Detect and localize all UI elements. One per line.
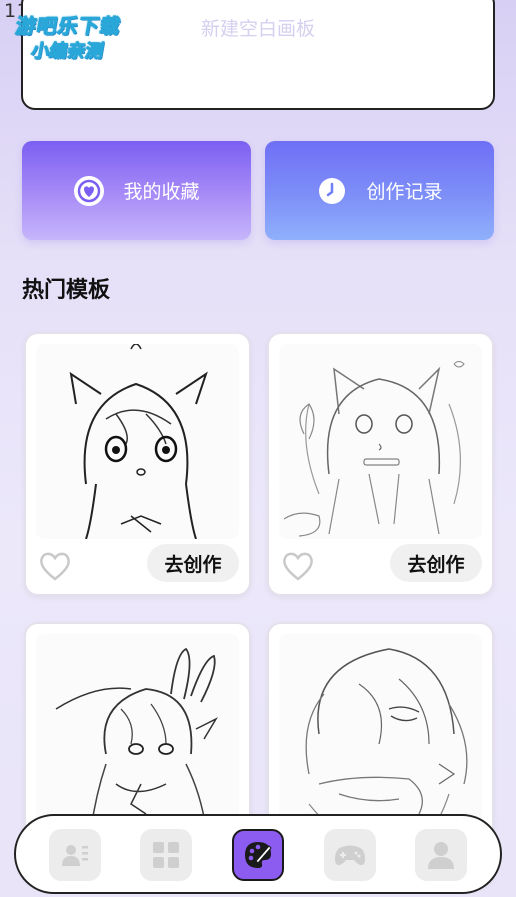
go-create-button[interactable]: 去创作 xyxy=(147,544,239,582)
my-favorites-button[interactable]: 我的收藏 xyxy=(22,141,251,240)
heart-circle-icon xyxy=(74,175,105,206)
template-artwork-3 xyxy=(36,634,239,829)
nav-grid[interactable] xyxy=(140,829,192,881)
nav-user[interactable] xyxy=(415,829,467,881)
template-card[interactable]: 去创作 xyxy=(24,332,251,596)
template-artwork-2 xyxy=(279,344,482,539)
nav-profile-card[interactable] xyxy=(49,829,101,881)
favorite-heart-icon[interactable] xyxy=(38,550,72,582)
template-artwork-4 xyxy=(279,634,482,829)
favorite-heart-icon[interactable] xyxy=(281,550,315,582)
gamepad-icon xyxy=(335,845,365,866)
watermark-line2: 小编亲测 xyxy=(29,41,106,63)
section-title: 热门模板 xyxy=(22,278,111,303)
profile-card-icon xyxy=(62,845,88,866)
user-icon xyxy=(428,842,454,869)
my-favorites-label: 我的收藏 xyxy=(123,181,200,203)
go-create-button[interactable]: 去创作 xyxy=(390,544,482,582)
watermark-logo: 游吧乐下载 小编亲测 xyxy=(9,10,148,63)
creation-history-label: 创作记录 xyxy=(366,181,443,203)
bottom-nav-bar xyxy=(14,814,502,894)
nav-palette[interactable] xyxy=(232,829,284,881)
nav-games[interactable] xyxy=(324,829,376,881)
clock-icon xyxy=(319,177,346,204)
palette-icon xyxy=(245,842,272,868)
template-artwork-1 xyxy=(36,344,239,539)
grid-icon xyxy=(153,842,179,868)
creation-history-button[interactable]: 创作记录 xyxy=(265,141,494,240)
watermark-line1: 游吧乐下载 xyxy=(13,14,123,39)
template-card[interactable]: 去创作 xyxy=(267,332,494,596)
